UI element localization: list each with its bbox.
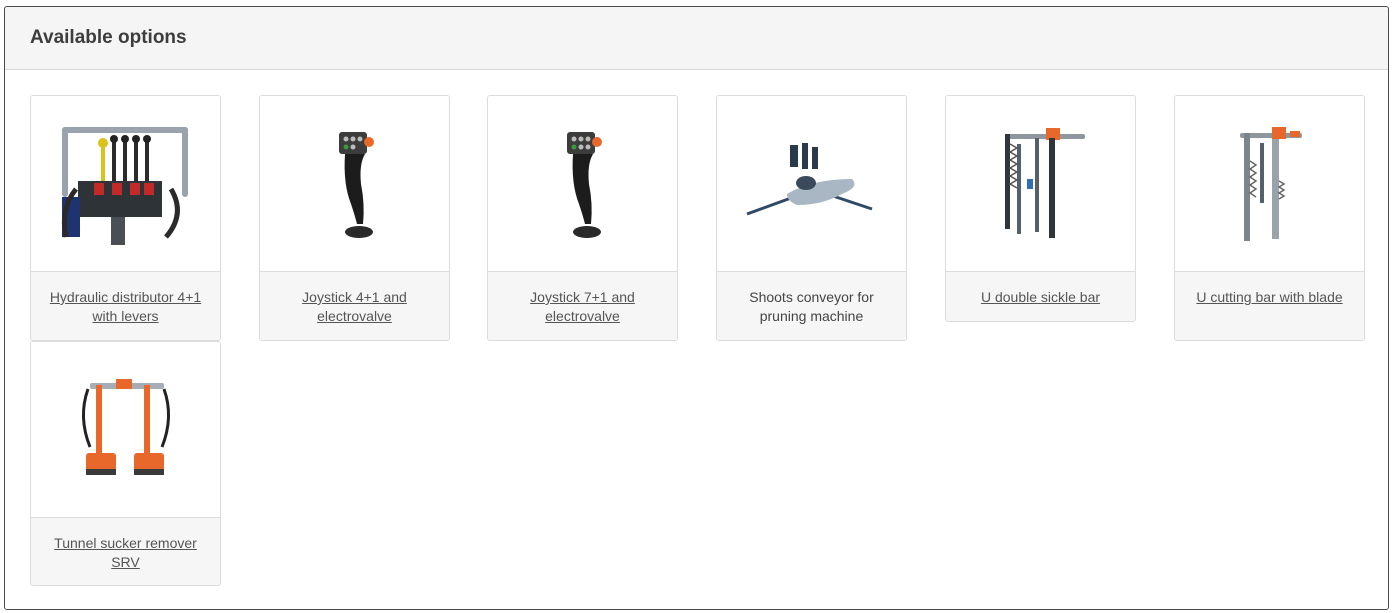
option-card-tunnel-sucker-remover[interactable]: Tunnel sucker remover SRV — [30, 341, 221, 586]
joystick-image[interactable] — [260, 96, 449, 272]
tunnel-sucker-remover-image[interactable] — [31, 342, 220, 518]
option-card-shoots-conveyor: Shoots conveyor for pruning machine — [716, 95, 907, 341]
option-link-hydraulic-distributor[interactable]: Hydraulic distributor 4+1 with levers — [50, 289, 201, 324]
option-card-u-cutting-bar[interactable]: U cutting bar with blade — [1174, 95, 1365, 341]
option-label-shoots-conveyor: Shoots conveyor for pruning machine — [749, 289, 874, 324]
option-link-u-double-sickle-bar[interactable]: U double sickle bar — [981, 289, 1100, 305]
option-link-joystick-7-1[interactable]: Joystick 7+1 and electrovalve — [530, 289, 635, 324]
double-sickle-bar-image[interactable] — [946, 96, 1135, 272]
option-card-joystick-7-1[interactable]: Joystick 7+1 and electrovalve — [487, 95, 678, 341]
option-card-joystick-4-1[interactable]: Joystick 4+1 and electrovalve — [259, 95, 450, 341]
shoots-conveyor-image — [717, 96, 906, 272]
panel-header: Available options — [5, 7, 1388, 70]
option-link-tunnel-sucker-remover[interactable]: Tunnel sucker remover SRV — [54, 535, 197, 570]
panel-title: Available options — [30, 27, 187, 48]
option-card-u-double-sickle-bar[interactable]: U double sickle bar — [945, 95, 1136, 322]
option-link-joystick-4-1[interactable]: Joystick 4+1 and electrovalve — [302, 289, 407, 324]
option-link-u-cutting-bar[interactable]: U cutting bar with blade — [1196, 289, 1342, 305]
joystick-image[interactable] — [488, 96, 677, 272]
cutting-bar-image[interactable] — [1175, 96, 1364, 272]
option-card-hydraulic-distributor[interactable]: Hydraulic distributor 4+1 with levers — [30, 95, 221, 341]
hydraulic-distributor-image[interactable] — [31, 96, 220, 272]
